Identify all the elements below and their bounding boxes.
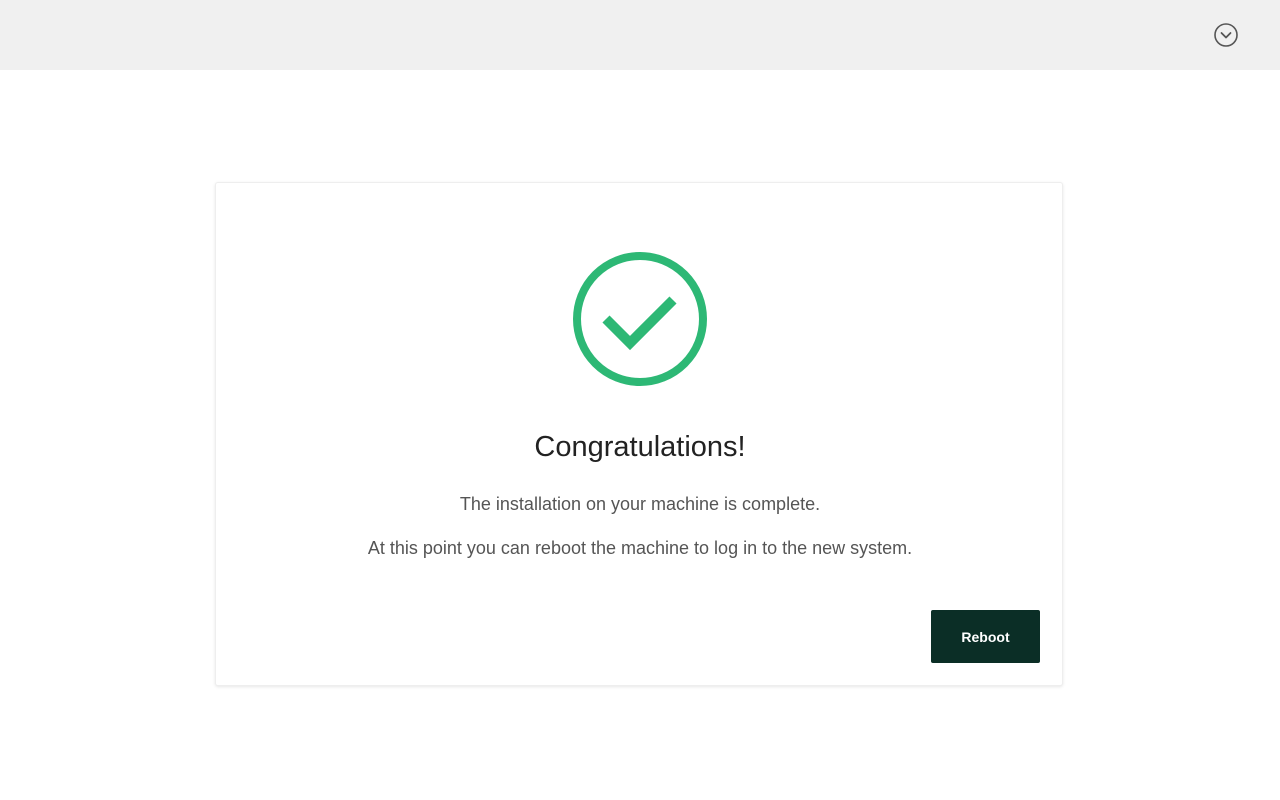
reboot-button[interactable]: Reboot (931, 610, 1040, 663)
check-circle-icon (572, 251, 708, 387)
completion-message: The installation on your machine is comp… (459, 494, 821, 514)
reboot-instruction: At this point you can reboot the machine… (367, 538, 913, 558)
top-bar (0, 0, 1280, 70)
completion-card: Congratulations! The installation on you… (215, 182, 1063, 686)
chevron-down-circle-icon[interactable] (1212, 21, 1240, 49)
page-title: Congratulations! (534, 431, 746, 463)
